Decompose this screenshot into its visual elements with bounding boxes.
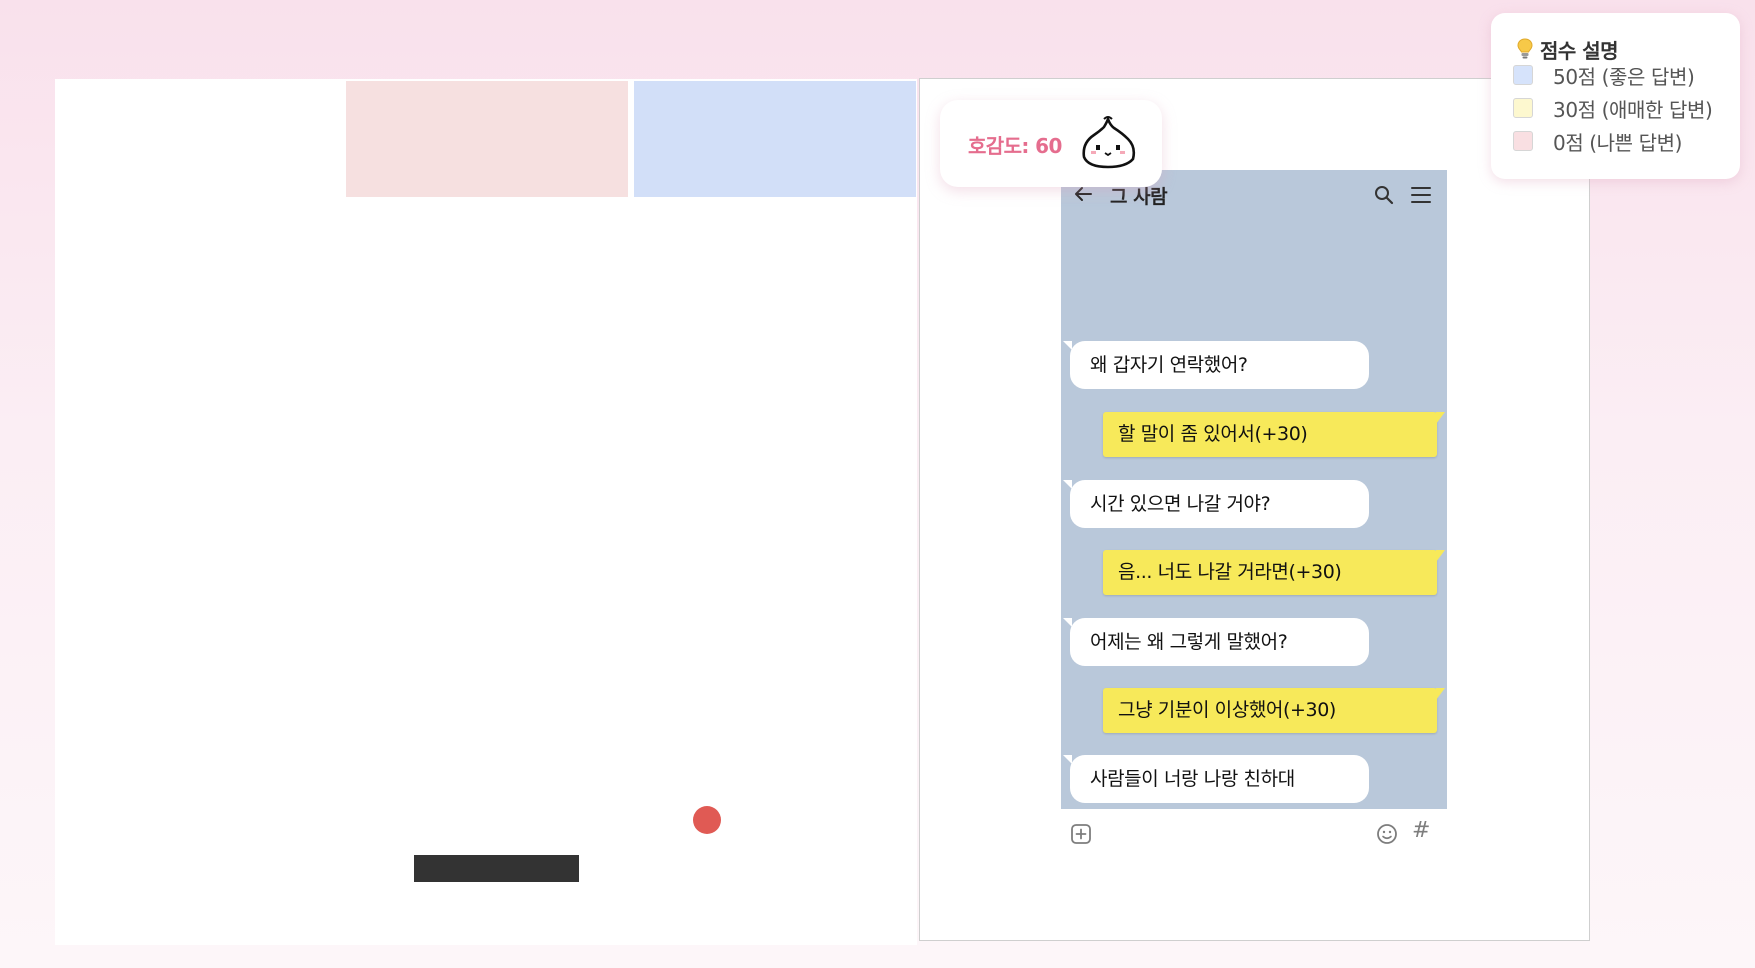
affinity-score: 호감도: 60 xyxy=(968,134,1062,158)
legend-swatch-pink xyxy=(1513,131,1533,151)
breakout-game-canvas[interactable] xyxy=(55,79,917,945)
lightbulb-icon xyxy=(1517,38,1533,59)
chat-composer-bar: # xyxy=(1061,809,1447,859)
messenger-screen: 그 사람 왜 갑자기 연락했어? 할 말이 좀 있어서(+30) 시간 있으면 … xyxy=(1061,170,1447,809)
message-them: 왜 갑자기 연락했어? xyxy=(1070,341,1369,389)
message-them: 어제는 왜 그렇게 말했어? xyxy=(1070,618,1369,666)
legend-label: 0점 (나쁜 답변) xyxy=(1553,131,1683,155)
legend-swatch-blue xyxy=(1513,65,1533,85)
brick-pink xyxy=(346,81,628,197)
message-them: 사람들이 너랑 나랑 친하대 xyxy=(1070,755,1369,803)
brick-blue xyxy=(634,81,916,197)
hash-icon[interactable]: # xyxy=(1412,818,1430,843)
message-me: 그냥 기분이 이상했어(+30) xyxy=(1103,688,1445,733)
menu-icon[interactable] xyxy=(1410,184,1432,206)
message-me: 할 말이 좀 있어서(+30) xyxy=(1103,412,1445,457)
message-me: 음... 너도 나갈 거라면(+30) xyxy=(1103,550,1445,595)
search-icon[interactable] xyxy=(1373,184,1395,206)
score-legend: 점수 설명 50점 (좋은 답변) 30점 (애매한 답변) 0점 (나쁜 답변… xyxy=(1491,13,1740,179)
legend-swatch-yellow xyxy=(1513,98,1533,118)
legend-item-ambiguous: 30점 (애매한 답변) xyxy=(1513,93,1733,122)
legend-label: 30점 (애매한 답변) xyxy=(1553,98,1713,122)
ball xyxy=(693,806,721,834)
add-icon[interactable] xyxy=(1069,822,1093,846)
message-them: 시간 있으면 나갈 거야? xyxy=(1070,480,1369,528)
legend-item-good: 50점 (좋은 답변) xyxy=(1513,60,1733,89)
affinity-badge: 호감도: 60 xyxy=(940,100,1162,187)
emoji-icon[interactable] xyxy=(1375,822,1399,846)
dumpling-mascot-icon xyxy=(1082,116,1136,169)
legend-label: 50점 (좋은 답변) xyxy=(1553,65,1695,89)
paddle[interactable] xyxy=(414,855,579,882)
legend-item-bad: 0점 (나쁜 답변) xyxy=(1513,126,1733,155)
